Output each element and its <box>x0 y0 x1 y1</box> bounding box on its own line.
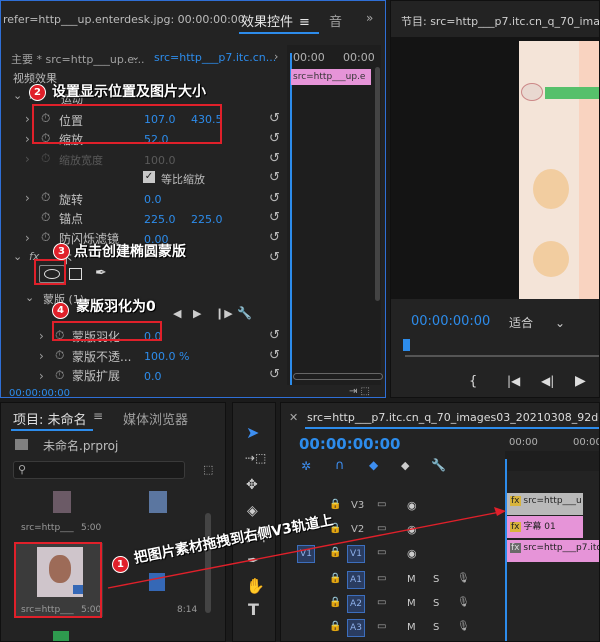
annotation-badge-1: 1 <box>112 556 129 573</box>
annotation-arrow <box>107 507 506 589</box>
